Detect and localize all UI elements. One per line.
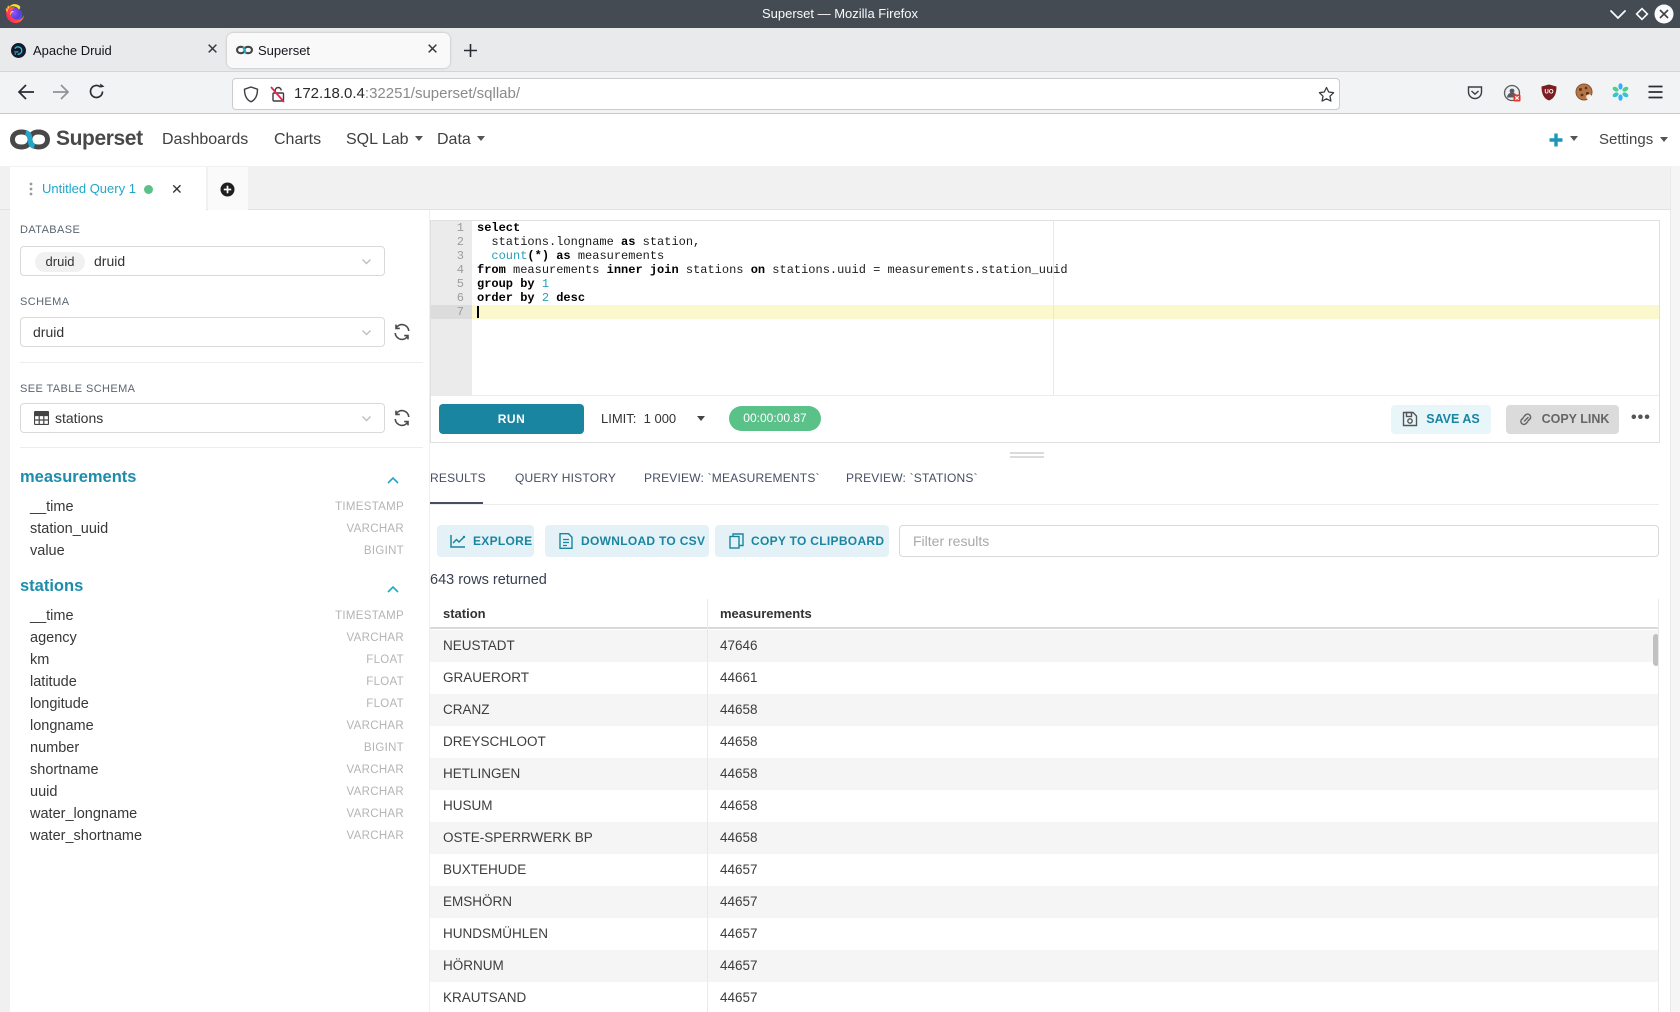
svg-text:UO: UO — [1545, 90, 1554, 96]
